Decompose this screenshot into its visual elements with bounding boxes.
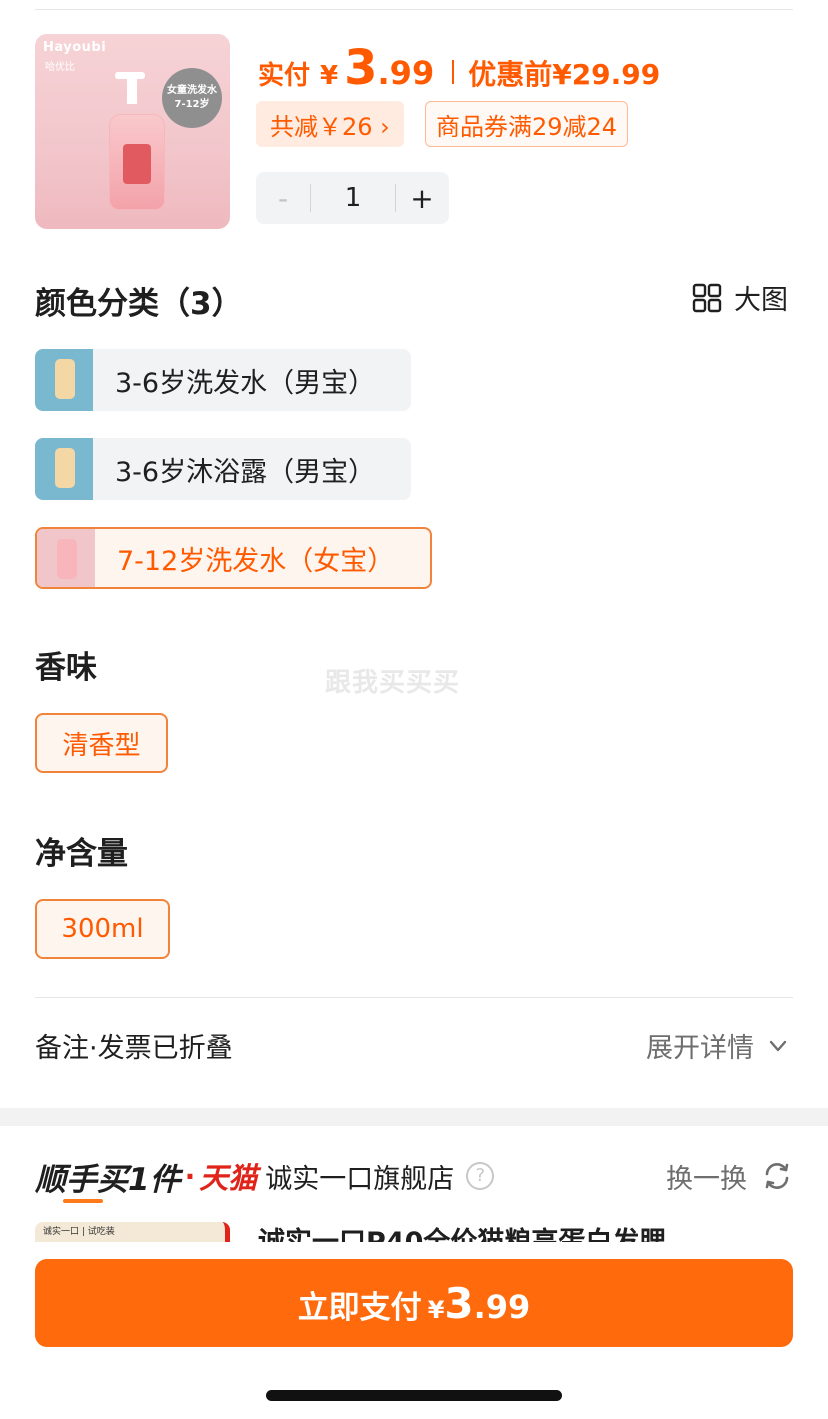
actual-price-int: 3 bbox=[344, 40, 378, 96]
store-name[interactable]: 诚实一口旗舰店 bbox=[265, 1157, 454, 1196]
upsell-item[interactable]: 诚实一口 | 试吃装 诚实一口P40全价猫粮高蛋白发腮 bbox=[0, 1218, 828, 1242]
pay-now-button[interactable]: 立即支付 ¥ 3 .99 bbox=[35, 1259, 793, 1347]
option-thumbnail bbox=[35, 349, 93, 411]
thumb-badge-line2: 7-12岁 bbox=[174, 99, 210, 110]
original-price-label: 优惠前 bbox=[468, 58, 553, 91]
color-option-boy-shampoo[interactable]: 3-6岁洗发水（男宝） bbox=[35, 349, 412, 411]
color-option-boy-bodywash[interactable]: 3-6岁沐浴露（男宝） bbox=[35, 438, 412, 500]
option-thumbnail bbox=[37, 529, 95, 587]
swap-label: 换一换 bbox=[666, 1163, 747, 1195]
section-gap bbox=[0, 1108, 828, 1126]
thumb-brand-cn: 哈优比 bbox=[45, 62, 75, 73]
color-section-title: 颜色分类（3） bbox=[35, 286, 243, 322]
quantity-minus-button[interactable]: - bbox=[256, 182, 310, 215]
product-thumbnail[interactable]: Hayoubi 哈优比 女童洗发水 7-12岁 bbox=[35, 34, 230, 229]
coupon-pill[interactable]: 商品券满29减24 bbox=[425, 101, 629, 147]
option-thumbnail bbox=[35, 438, 93, 500]
bottle-pump-icon bbox=[115, 72, 145, 104]
swap-button[interactable]: 换一换 bbox=[666, 1157, 793, 1196]
scent-section-title: 香味 bbox=[35, 650, 97, 686]
grid-icon bbox=[692, 283, 722, 312]
big-picture-label: 大图 bbox=[734, 285, 788, 316]
scent-option[interactable]: 清香型 bbox=[35, 713, 168, 773]
volume-section-title: 净含量 bbox=[35, 836, 128, 872]
total-discount-pill[interactable]: 共减￥26 › bbox=[256, 101, 404, 147]
actual-price-label: 实付 bbox=[258, 61, 311, 91]
thumb-brand: Hayoubi bbox=[43, 40, 107, 55]
expand-label: 展开详情 bbox=[646, 1033, 754, 1064]
expand-details-button[interactable]: 展开详情 bbox=[646, 1026, 788, 1065]
color-option-girl-shampoo[interactable]: 7-12岁洗发水（女宝） bbox=[35, 527, 433, 589]
shunshou-title: 顺手买1件 bbox=[35, 1154, 181, 1203]
volume-option[interactable]: 300ml bbox=[35, 899, 170, 959]
color-option-label: 3-6岁沐浴露（男宝） bbox=[115, 456, 376, 488]
quantity-value[interactable]: 1 bbox=[311, 183, 395, 213]
color-option-label: 3-6岁洗发水（男宝） bbox=[115, 367, 376, 399]
quantity-plus-button[interactable]: + bbox=[396, 182, 448, 215]
actual-price-dec: .99 bbox=[377, 54, 435, 92]
bottle-label bbox=[123, 144, 151, 184]
shunshou-header: 顺手买1件 · 天猫 诚实一口旗舰店 ? 换一换 bbox=[35, 1154, 793, 1203]
chevron-down-icon bbox=[769, 1040, 787, 1051]
section-divider bbox=[35, 997, 793, 998]
big-picture-button[interactable]: 大图 bbox=[692, 278, 788, 317]
pay-amount-dec: .99 bbox=[473, 1288, 531, 1326]
actual-price-currency: ¥ bbox=[320, 61, 339, 91]
top-divider bbox=[35, 9, 793, 10]
thumb-badge-line1: 女童洗发水 bbox=[167, 85, 217, 96]
refresh-icon bbox=[765, 1163, 789, 1189]
upsell-name: 诚实一口P40全价猫粮高蛋白发腮 bbox=[258, 1220, 666, 1242]
price-separator bbox=[452, 60, 455, 84]
original-price-value: ¥29.99 bbox=[552, 58, 661, 91]
remark-text: 备注·发票已折叠 bbox=[35, 1033, 233, 1064]
pay-label: 立即支付 bbox=[297, 1290, 422, 1326]
tmall-label: 天猫 bbox=[199, 1161, 258, 1195]
upsell-thumbnail-text: 诚实一口 | 试吃装 bbox=[43, 1227, 115, 1237]
remark-row[interactable]: 备注·发票已折叠 展开详情 bbox=[35, 1026, 788, 1065]
shunshou-dot: · bbox=[184, 1159, 196, 1193]
color-option-label: 7-12岁洗发水（女宝） bbox=[117, 545, 395, 577]
help-icon[interactable]: ? bbox=[466, 1162, 495, 1190]
pay-amount-int: 3 bbox=[444, 1279, 474, 1328]
price-row: 实付 ¥ 3 .99 优惠前 ¥29.99 bbox=[258, 40, 660, 96]
watermark: 跟我买买买 bbox=[325, 668, 461, 698]
upsell-thumbnail: 诚实一口 | 试吃装 bbox=[35, 1222, 230, 1242]
pay-currency: ¥ bbox=[427, 1296, 445, 1324]
home-indicator[interactable] bbox=[266, 1390, 562, 1401]
thumb-badge: 女童洗发水 7-12岁 bbox=[162, 68, 222, 128]
quantity-stepper: - 1 + bbox=[256, 172, 449, 224]
